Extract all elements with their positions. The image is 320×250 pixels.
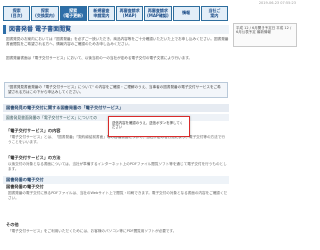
timestamp: 2019-06-23 07:55:23	[258, 1, 296, 5]
other-text: 「電子交付サービス」をご利用いただくためには、お客様のパソコン等にPDF閲覧用ソ…	[8, 229, 177, 233]
subheading-electronic: 図書発番の電子交付	[6, 184, 44, 189]
intro-paragraph-2: 図書発番書面は「電子交付サービス」において、以後当初の一の当社が定める電子交付の…	[6, 56, 193, 60]
method-text: 以後交付の対象となる書面については、当社が準備するインターネット上のPDFファイ…	[8, 162, 227, 171]
nav-tab-sublabel: (MAP)	[122, 12, 137, 18]
nav-tab-5[interactable]: 再審査請求 (MAP)	[116, 6, 144, 21]
nav-tab-1[interactable]: 探索 (目次)	[3, 6, 31, 21]
subheading-content: 「電子交付サービス」の内容	[6, 128, 61, 133]
nav-tab-label: 情報	[182, 10, 191, 16]
popup-message: 送信内容を確認のうえ、送信ボタンを押してください	[112, 121, 183, 130]
nav-tab-sublabel: (交換案内)	[35, 12, 55, 18]
nav-tab-sublabel: 申請案内	[93, 12, 110, 18]
nav-tab-sublabel: (目次)	[10, 12, 23, 18]
page-title: 図書発番 電子書面閲覧	[3, 25, 229, 34]
nav-tab-4[interactable]: 新規審査 申請案内	[87, 6, 115, 21]
nav-tab-sublabel: (MAP確認)	[147, 12, 169, 18]
subheading-method: 「電子交付サービス」の方法	[6, 155, 61, 160]
nav-tab-8[interactable]: 当社ご 案内	[200, 6, 228, 21]
nav-tab-6[interactable]: 再審査請求 (MAP確認)	[144, 6, 172, 21]
section-title-2: 図書発番の電子交付	[3, 176, 229, 184]
nav-tab-7[interactable]: 情報	[172, 6, 200, 21]
nav-tab-sublabel: (電子更新)	[63, 12, 83, 18]
confirmation-popup[interactable]: 送信内容を確認のうえ、送信ボタンを押してください	[108, 116, 190, 137]
intro-paragraph: 図書発見のお案内においては「図書発番」を必ずご一読いただき、商品内容等をご十分確…	[6, 37, 229, 46]
nav-tab-2[interactable]: 探索 (交換案内)	[31, 6, 59, 21]
notice-box: "図書発見書面発番の「電子交付サービス」について" の内容をご確認・ご理解のうえ…	[4, 82, 228, 98]
nav-tab-sublabel: 案内	[210, 12, 219, 18]
side-info-panel: 平成 12 / 6月開き予定日 平成 12 / 6月公表予定 最新情報	[233, 23, 297, 47]
electronic-text: 図書発番の電子交付に係るPDFファイルは、当社のWebサイト上で閲覧・印刷できま…	[8, 191, 228, 200]
top-navigation: 探索 (目次) 探索 (交換案内) 探索 (電子更新) 新規審査 申請案内 再審査請求(…	[3, 6, 229, 21]
nav-tab-3-active[interactable]: 探索 (電子更新)	[59, 6, 87, 21]
subheading-other: その他	[6, 222, 19, 227]
section-title: 図書発見の電子交付に関する図書発番の「電子交付サービス」	[3, 104, 229, 112]
